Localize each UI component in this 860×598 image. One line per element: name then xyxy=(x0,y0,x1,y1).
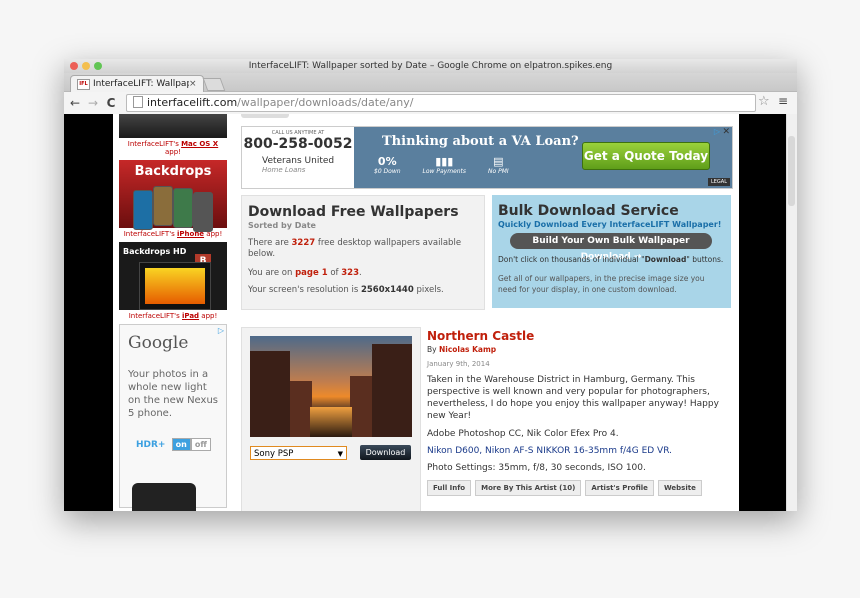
adchoices-icon[interactable]: ▷ xyxy=(218,326,224,335)
nexus-phone-image xyxy=(132,483,196,511)
browser-toolbar: ← → C interfacelift.com/wallpaper/downlo… xyxy=(64,92,797,115)
bulk-text-1: Don't click on thousands of individual "… xyxy=(498,255,724,264)
page-viewport: InterfaceLIFT's Mac OS X app! Backdrops … xyxy=(64,114,797,511)
va-feature-0: 0% $0 Down xyxy=(374,155,401,175)
forward-icon[interactable]: → xyxy=(86,96,100,110)
va-phone-number: 800-258-0052 xyxy=(243,136,353,152)
macos-app-label[interactable]: InterfaceLIFT's Mac OS X app! xyxy=(119,140,227,156)
get-quote-button[interactable]: Get a Quote Today xyxy=(582,142,710,170)
website-button[interactable]: Website xyxy=(657,480,702,496)
close-ad-icon[interactable]: ✕ xyxy=(722,127,730,137)
ipad-image xyxy=(139,262,211,310)
backdrops-hd-promo[interactable]: Backdrops HD B xyxy=(119,242,227,310)
full-info-button[interactable]: Full Info xyxy=(427,480,472,496)
wallpaper-buttons: Full Info More By This Artist (10) Artis… xyxy=(427,480,733,496)
url-path: /wallpaper/downloads/date/any/ xyxy=(237,96,414,109)
wallpaper-preview-box: Sony PSP ▼ Download xyxy=(241,327,421,511)
author-link[interactable]: Nicolas Kamp xyxy=(439,345,496,354)
close-tab-icon[interactable]: × xyxy=(189,76,199,92)
page-body: InterfaceLIFT's Mac OS X app! Backdrops … xyxy=(113,114,739,511)
artist-profile-button[interactable]: Artist's Profile xyxy=(585,480,654,496)
zoom-window-button[interactable] xyxy=(94,62,102,70)
minimize-window-button[interactable] xyxy=(82,62,90,70)
wallpaper-count-text: There are 3227 free desktop wallpapers a… xyxy=(248,238,462,259)
favicon-icon: IFL xyxy=(77,78,90,90)
wallpaper-author: By Nicolas Kamp xyxy=(427,345,497,354)
va-ad-left: CALL US ANYTIME AT 800-258-0052 Veterans… xyxy=(242,127,354,188)
window-title: InterfaceLIFT: Wallpaper sorted by Date … xyxy=(248,61,613,71)
backdrops-app-promo[interactable]: Backdrops xyxy=(119,160,227,232)
wallpaper-description: Taken in the Warehouse District in Hambu… xyxy=(427,375,719,421)
va-features: 0% $0 Down ▮▮▮ Low Payments ▤ No PMI xyxy=(374,155,509,175)
tab-strip: IFL InterfaceLIFT: Wallpape × xyxy=(64,73,797,92)
title-bar: InterfaceLIFT: Wallpaper sorted by Date … xyxy=(64,59,797,73)
back-icon[interactable]: ← xyxy=(68,96,82,110)
download-free-wallpapers-box: Download Free Wallpapers Sorted by Date … xyxy=(241,195,485,310)
bulk-download-box: Bulk Download Service Quickly Download E… xyxy=(492,195,731,308)
bulk-text-2: Get all of our wallpapers, in the precis… xyxy=(498,274,705,294)
scrollbar-thumb[interactable] xyxy=(788,136,795,206)
wallpaper-thumbnail[interactable] xyxy=(250,336,412,437)
resolution-text: Your screen's resolution is 2560x1440 pi… xyxy=(248,285,444,295)
google-ad-text: Your photos in a whole new light on the … xyxy=(128,369,218,419)
chrome-menu-icon[interactable]: ≡ xyxy=(778,94,788,108)
new-tab-button[interactable] xyxy=(202,78,226,91)
download-box-title: Download Free Wallpapers xyxy=(248,204,459,220)
wallpaper-title[interactable]: Northern Castle xyxy=(427,329,733,343)
macos-app-promo[interactable] xyxy=(119,114,227,138)
va-loan-ad[interactable]: CALL US ANYTIME AT 800-258-0052 Veterans… xyxy=(241,126,733,189)
bulk-box-title: Bulk Download Service xyxy=(498,203,679,219)
vertical-scrollbar[interactable] xyxy=(786,114,797,511)
browser-window: InterfaceLIFT: Wallpaper sorted by Date … xyxy=(64,59,797,511)
wallpaper-gear[interactable]: Nikon D600, Nikon AF-S NIKKOR 16-35mm f/… xyxy=(427,446,733,456)
wallpaper-date: January 9th, 2014 xyxy=(427,360,490,368)
download-button[interactable]: Download xyxy=(360,445,411,460)
phones-image xyxy=(133,186,213,232)
chevron-down-icon: ▼ xyxy=(337,450,343,458)
veterans-united-logo: Veterans United Home Loans xyxy=(262,156,335,174)
wallpaper-software: Adobe Photoshop CC, Nik Color Efex Pro 4… xyxy=(427,429,619,439)
legal-link[interactable]: LEGAL xyxy=(707,178,730,186)
bulk-box-subtitle: Quickly Download Every InterfaceLIFT Wal… xyxy=(498,220,722,229)
traffic-lights xyxy=(70,62,102,70)
close-window-button[interactable] xyxy=(70,62,78,70)
va-feature-2: ▤ No PMI xyxy=(488,155,509,175)
ad-choices-icon[interactable]: ▷ xyxy=(714,127,720,136)
va-ad-headline: Thinking about a VA Loan? xyxy=(382,134,579,149)
top-tab-remnant xyxy=(241,114,289,118)
page-info-text: You are on page 1 of 323. xyxy=(248,268,362,278)
url-host: interfacelift.com xyxy=(147,96,238,109)
sidebar: InterfaceLIFT's Mac OS X app! Backdrops … xyxy=(119,114,227,511)
bookmark-star-icon[interactable]: ☆ xyxy=(758,94,770,109)
build-bulk-download-button[interactable]: Build Your Own Bulk Wallpaper Download → xyxy=(510,233,712,262)
google-logo: Google xyxy=(128,333,189,353)
reload-icon[interactable]: C xyxy=(104,96,118,110)
backdrops-title: Backdrops xyxy=(134,164,212,179)
tab-interfacelift[interactable]: IFL InterfaceLIFT: Wallpape × xyxy=(70,75,204,92)
download-box-subtitle: Sorted by Date xyxy=(248,221,316,230)
google-nexus-ad[interactable]: ▷ Google Your photos in a whole new ligh… xyxy=(119,324,227,511)
page-icon xyxy=(133,96,143,108)
resolution-select[interactable]: Sony PSP ▼ xyxy=(250,446,347,460)
ipad-app-label[interactable]: InterfaceLIFT's iPad app! xyxy=(119,312,227,320)
va-feature-1: ▮▮▮ Low Payments xyxy=(422,155,467,175)
hdr-toggle: HDR+ on off xyxy=(136,438,226,451)
wallpaper-settings: Photo Settings: 35mm, f/8, 30 seconds, I… xyxy=(427,463,646,473)
address-bar[interactable]: interfacelift.com/wallpaper/downloads/da… xyxy=(126,94,756,112)
wallpaper-info: Northern Castle By Nicolas Kamp January … xyxy=(427,327,733,496)
tab-title: InterfaceLIFT: Wallpape xyxy=(93,79,189,89)
more-by-artist-button[interactable]: More By This Artist (10) xyxy=(475,480,582,496)
